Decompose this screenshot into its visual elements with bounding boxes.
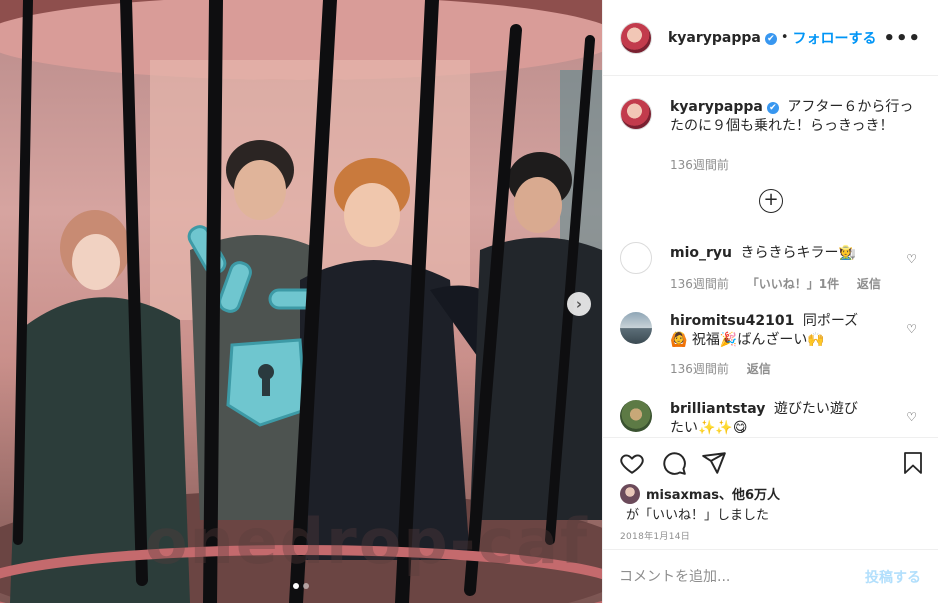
add-comment-bar: 投稿する [603, 549, 938, 603]
post-date[interactable]: 2018年1月14日 [620, 529, 690, 542]
post-side-panel: kyarypappa ✔ • フォローする ••• kyarypappa ✔ アフタ… [602, 0, 938, 603]
carousel-dot-active [293, 583, 299, 589]
comment-text: きらきらキラー🧑‍🌾 [740, 245, 856, 261]
likers-text[interactable]: misaxmas、他6万人 [646, 488, 780, 503]
follow-button[interactable]: フォローする [793, 28, 877, 48]
comment-item: brilliantstay 遊びたい遊びたい✨✨😋 ♡ [620, 400, 925, 437]
caption-meta: 136週間前 [670, 156, 925, 173]
comment-body: hiromitsu42101 同ポーズ🙆 祝福🎉ばんざーい🙌 [670, 312, 870, 350]
likes-suffix: が「いいね！」しました [626, 508, 770, 523]
comment-body: mio_ryu きらきらキラー🧑‍🌾 [670, 242, 925, 263]
comment-item: mio_ryu きらきらキラー🧑‍🌾 136週間前 「いいね！」1件 返信 ♡ [620, 242, 925, 292]
comment-username[interactable]: brilliantstay [670, 401, 765, 417]
post-actions: misaxmas、他6万人 が「いいね！」しました 2018年1月14日 [603, 437, 938, 549]
comments-list[interactable]: kyarypappa ✔ アフター６から行ったのに９個も乗れた！らっきっき！ 13… [603, 77, 938, 437]
verified-badge-icon: ✔ [766, 102, 779, 114]
post-photo[interactable]: onedrop-caf › [0, 0, 602, 603]
comment-like-count[interactable]: 「いいね！」1件 [747, 277, 839, 291]
watermark-text: onedrop-caf [145, 505, 590, 578]
comment-like-heart-icon[interactable]: ♡ [906, 410, 917, 424]
reply-button[interactable]: 返信 [857, 277, 881, 291]
carousel-next-button[interactable]: › [567, 292, 591, 316]
reply-button[interactable]: 返信 [747, 362, 771, 376]
comment-item: hiromitsu42101 同ポーズ🙆 祝福🎉ばんざーい🙌 136週間前 返信… [620, 312, 925, 377]
comment-username[interactable]: hiromitsu42101 [670, 313, 794, 329]
save-bookmark-icon[interactable] [901, 450, 925, 476]
liker-avatar[interactable] [620, 484, 640, 504]
caption-avatar[interactable] [620, 98, 652, 130]
comment-input[interactable] [619, 568, 865, 585]
comment-username[interactable]: mio_ryu [670, 245, 732, 261]
caption-username-text[interactable]: kyarypappa [670, 99, 763, 115]
action-bar [619, 450, 925, 476]
carousel-dot [303, 583, 309, 589]
comment-bubble-icon[interactable] [661, 450, 687, 476]
comment-time[interactable]: 136週間前 [670, 362, 729, 376]
caption-body: kyarypappa ✔ アフター６から行ったのに９個も乗れた！らっきっき！ [670, 98, 925, 136]
comment-time[interactable]: 136週間前 [670, 277, 729, 291]
share-paper-plane-icon[interactable] [701, 450, 727, 476]
comment-body: brilliantstay 遊びたい遊びたい✨✨😋 [670, 400, 870, 437]
commenter-avatar[interactable] [620, 312, 652, 344]
more-options-icon[interactable]: ••• [883, 28, 921, 49]
plus-circle-icon[interactable]: + [759, 189, 783, 213]
commenter-avatar[interactable] [620, 242, 652, 274]
comment-meta: 136週間前 「いいね！」1件 返信 [670, 275, 925, 292]
caption-time[interactable]: 136週間前 [670, 158, 729, 172]
comment-meta: 136週間前 返信 [670, 360, 925, 377]
comment-like-heart-icon[interactable]: ♡ [906, 252, 917, 266]
comment-like-heart-icon[interactable]: ♡ [906, 322, 917, 336]
author-avatar[interactable] [620, 21, 652, 54]
like-summary: misaxmas、他6万人 が「いいね！」しました [620, 484, 780, 525]
post-header: kyarypappa ✔ • フォローする ••• [603, 0, 938, 76]
commenter-avatar[interactable] [620, 400, 652, 432]
caption: kyarypappa ✔ アフター６から行ったのに９個も乗れた！らっきっき！ 13… [620, 98, 925, 173]
chevron-right-icon: › [575, 295, 583, 313]
like-heart-icon[interactable] [619, 450, 645, 476]
header-separator: • [780, 30, 789, 45]
caption-username[interactable]: kyarypappa ✔ [670, 99, 779, 115]
post-comment-button[interactable]: 投稿する [865, 567, 921, 587]
author-username[interactable]: kyarypappa ✔ [668, 30, 777, 46]
instagram-post: onedrop-caf › kyarypappa ✔ • フォローする ••• k… [0, 0, 938, 603]
carousel-indicator [293, 583, 309, 589]
author-username-text[interactable]: kyarypappa [668, 30, 761, 46]
verified-badge-icon: ✔ [764, 32, 777, 45]
